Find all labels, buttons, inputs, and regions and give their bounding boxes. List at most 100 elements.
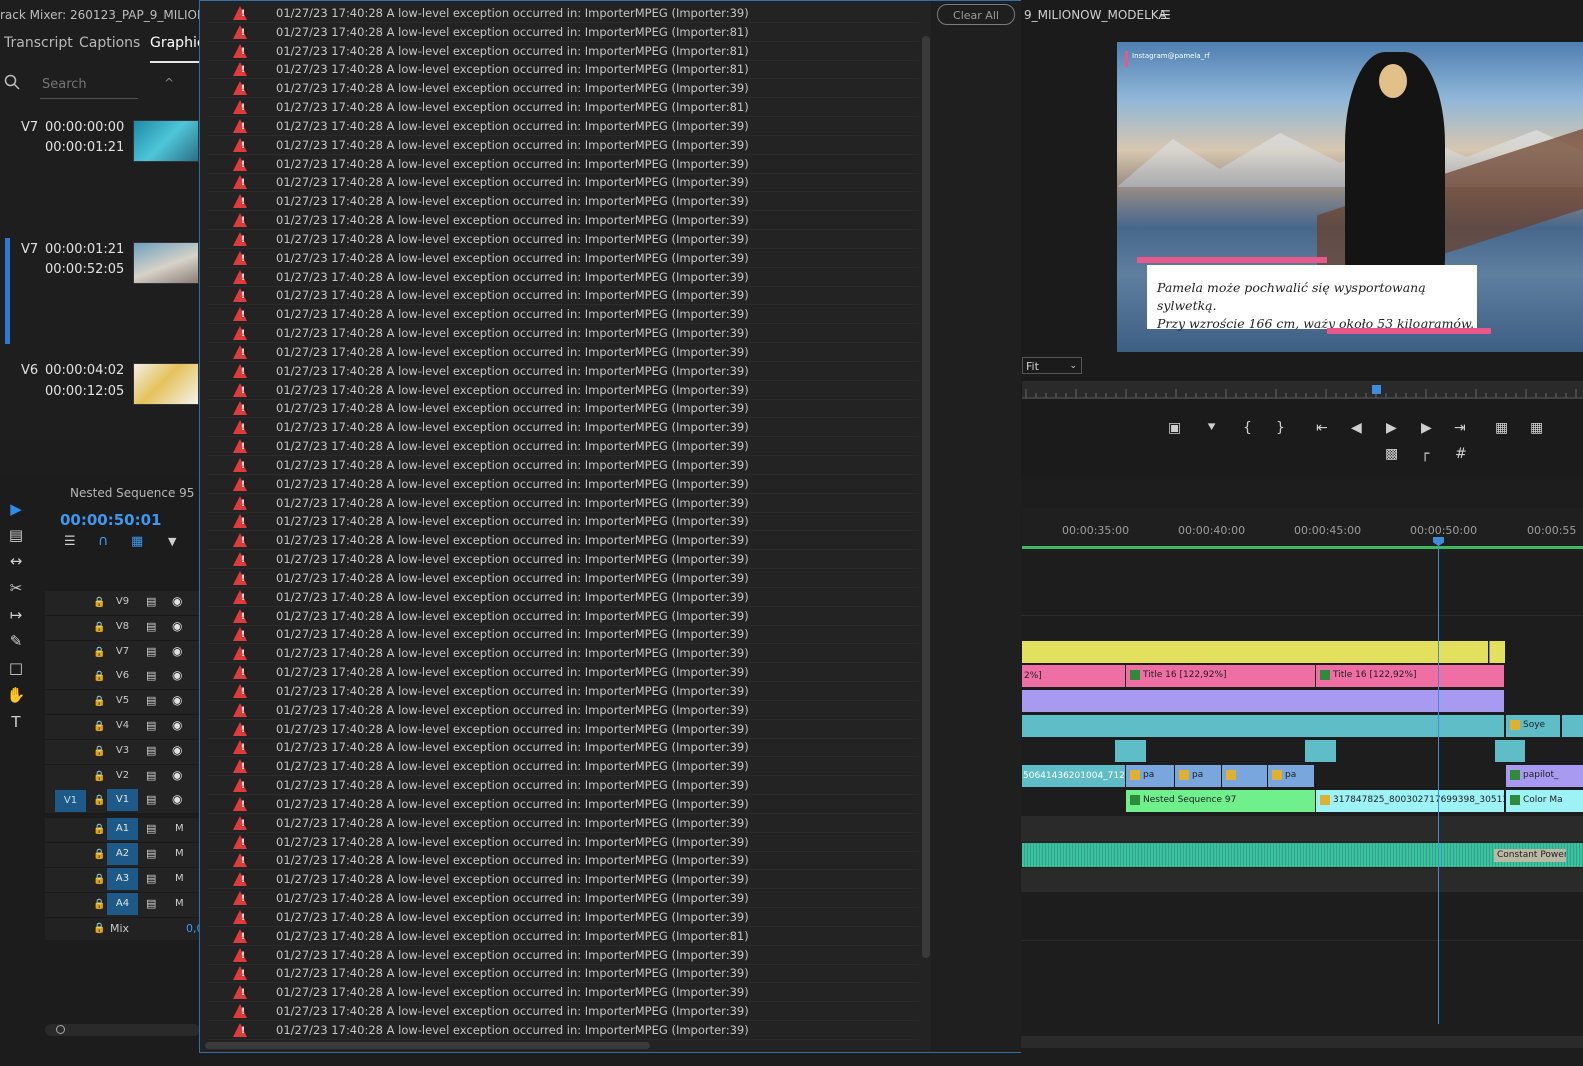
event-row[interactable]: ! 01/27/23 17:40:28 A low-level exception… (207, 964, 919, 984)
lock-icon[interactable]: 🔒 (93, 874, 105, 885)
rectangle-tool-icon[interactable]: □ (6, 658, 26, 678)
sync-lock-icon[interactable]: ▤ (146, 620, 156, 633)
tab-captions[interactable]: Captions (79, 35, 140, 51)
track-label[interactable]: V6 (107, 665, 138, 687)
clip-v7[interactable] (1022, 641, 1488, 663)
monitor-title[interactable]: 9_MILIONOW_MODELKA (1024, 8, 1167, 22)
track-header-a2[interactable]: 🔒 A2 ▤ M (45, 843, 200, 868)
sync-lock-icon[interactable]: ▤ (146, 595, 156, 608)
razor-tool-icon[interactable]: ✂ (6, 578, 26, 598)
event-row[interactable]: ! 01/27/23 17:40:28 A low-level exception… (207, 776, 919, 796)
clip-v4[interactable] (1022, 715, 1504, 737)
slip-tool-icon[interactable]: ↦ (6, 605, 26, 625)
audio-transition[interactable]: Constant Power (1494, 849, 1566, 862)
clip-v3[interactable] (1115, 740, 1146, 762)
sync-lock-icon[interactable]: ▤ (146, 645, 156, 658)
event-row[interactable]: ! 01/27/23 17:40:28 A low-level exception… (207, 531, 919, 551)
sync-lock-icon[interactable]: ▤ (146, 793, 156, 806)
ripple-edit-tool-icon[interactable]: ↔ (6, 551, 26, 571)
add-marker-icon[interactable]: ▼ (168, 535, 176, 548)
graphics-item[interactable]: V7 00:00:01:21 00:00:52:05 (0, 232, 200, 342)
event-row[interactable]: ! 01/27/23 17:40:28 A low-level exception… (207, 588, 919, 607)
event-row[interactable]: ! 01/27/23 17:40:28 A low-level exception… (207, 983, 919, 1003)
zoom-select[interactable]: Fit ⌄ (1022, 357, 1082, 374)
event-row[interactable]: ! 01/27/23 17:40:28 A low-level exception… (207, 4, 919, 23)
event-row[interactable]: ! 01/27/23 17:40:28 A low-level exception… (207, 795, 919, 814)
sync-lock-icon[interactable]: ▤ (146, 822, 156, 835)
clip-v1[interactable]: Color Ma (1506, 790, 1583, 812)
event-row[interactable]: ! 01/27/23 17:40:28 A low-level exception… (207, 155, 919, 174)
zoom-handle[interactable] (56, 1025, 65, 1034)
clip-v5[interactable] (1022, 690, 1504, 712)
events-vertical-scrollbar[interactable] (922, 36, 930, 958)
comparison-view-icon[interactable]: ┌ (1421, 446, 1429, 462)
track-label[interactable]: A1 (107, 818, 138, 841)
track-header-v8[interactable]: 🔒 V8 ▤ ◉ (45, 615, 200, 641)
event-row[interactable]: ! 01/27/23 17:40:28 A low-level exception… (207, 870, 919, 890)
mute-button[interactable]: M (175, 898, 184, 909)
clear-all-button[interactable]: Clear All (937, 4, 1015, 25)
mark-in-icon[interactable]: { (1243, 420, 1252, 436)
sync-lock-icon[interactable]: ▤ (146, 694, 156, 707)
event-row[interactable]: ! 01/27/23 17:40:28 A low-level exception… (207, 249, 919, 268)
event-row[interactable]: ! 01/27/23 17:40:28 A low-level exception… (207, 720, 919, 739)
graphics-item[interactable]: V7 00:00:00:00 00:00:01:21 (0, 112, 200, 222)
event-row[interactable]: ! 01/27/23 17:40:28 A low-level exception… (207, 908, 919, 927)
clip-v2[interactable]: pa (1175, 765, 1221, 787)
collapse-up-icon[interactable]: ^ (164, 76, 174, 90)
event-row[interactable]: ! 01/27/23 17:40:28 A low-level exception… (207, 399, 919, 419)
lock-icon[interactable]: 🔒 (93, 622, 105, 633)
go-to-out-icon[interactable]: ⇥ (1454, 420, 1466, 436)
event-row[interactable]: ! 01/27/23 17:40:28 A low-level exception… (207, 475, 919, 494)
playhead-timecode[interactable]: 00:00:50:01 (60, 511, 162, 529)
eye-icon[interactable]: ◉ (172, 668, 182, 682)
clip-v2[interactable]: pa (1126, 765, 1174, 787)
event-row[interactable]: ! 01/27/23 17:40:28 A low-level exception… (207, 682, 919, 701)
sync-lock-icon[interactable]: ▤ (146, 669, 156, 682)
sync-lock-icon[interactable]: ▤ (146, 719, 156, 732)
event-row[interactable]: ! 01/27/23 17:40:28 A low-level exception… (207, 456, 919, 475)
eye-icon[interactable]: ◉ (172, 594, 182, 608)
tab-transcript[interactable]: Transcript (4, 35, 73, 51)
monitor-scrubber[interactable] (1022, 381, 1583, 399)
event-row[interactable]: ! 01/27/23 17:40:28 A low-level exception… (207, 644, 919, 664)
eye-icon[interactable]: ◉ (172, 619, 182, 633)
event-row[interactable]: ! 01/27/23 17:40:28 A low-level exception… (207, 286, 919, 306)
event-row[interactable]: ! 01/27/23 17:40:28 A low-level exception… (207, 833, 919, 852)
event-row[interactable]: ! 01/27/23 17:40:28 A low-level exception… (207, 42, 919, 61)
track-label[interactable]: V9 (107, 591, 138, 613)
clip-v6[interactable]: 2%] (1022, 665, 1125, 687)
event-row[interactable]: ! 01/27/23 17:40:28 A low-level exception… (207, 550, 919, 570)
clip-v4-edge[interactable] (1562, 715, 1583, 737)
clip-v2[interactable] (1222, 765, 1267, 787)
horizontal-zoom-scrollbar[interactable] (45, 1024, 200, 1036)
menu-icon[interactable]: ☰ (1160, 8, 1171, 22)
lock-icon[interactable]: 🔒 (93, 746, 105, 757)
track-label[interactable]: V1 (107, 789, 138, 812)
lock-icon[interactable]: 🔒 (93, 795, 105, 806)
event-row[interactable]: ! 01/27/23 17:40:28 A low-level exception… (207, 738, 919, 758)
lock-icon[interactable]: 🔒 (93, 671, 105, 682)
track-header-v5[interactable]: 🔒 V5 ▤ ◉ (45, 690, 200, 716)
track-label[interactable]: V3 (107, 740, 138, 762)
track-label[interactable]: A3 (107, 867, 138, 890)
event-row[interactable]: ! 01/27/23 17:40:28 A low-level exception… (207, 663, 919, 683)
lock-icon[interactable]: 🔒 (93, 899, 105, 910)
add-marker-icon[interactable]: ⯆ (1206, 420, 1217, 436)
event-row[interactable]: ! 01/27/23 17:40:28 A low-level exception… (207, 437, 919, 457)
insert-nested-icon[interactable]: ☰ (64, 534, 76, 549)
track-header-v9[interactable]: 🔒 V9 ▤ ◉ (45, 591, 200, 616)
step-back-icon[interactable]: ◀ (1351, 420, 1362, 436)
search-input[interactable] (40, 74, 139, 94)
clip-v3[interactable] (1305, 740, 1336, 762)
event-row[interactable]: ! 01/27/23 17:40:28 A low-level exception… (207, 117, 919, 136)
lock-icon[interactable]: 🔒 (93, 923, 105, 934)
play-icon[interactable]: ▶ (1386, 420, 1397, 436)
event-row[interactable]: ! 01/27/23 17:40:28 A low-level exception… (207, 136, 919, 155)
eye-icon[interactable]: ◉ (172, 743, 182, 757)
track-label[interactable]: A2 (107, 843, 138, 865)
go-to-in-icon[interactable]: ⇤ (1316, 420, 1328, 436)
track-select-tool-icon[interactable]: ▤ (6, 525, 26, 545)
event-row[interactable]: ! 01/27/23 17:40:28 A low-level exception… (207, 494, 919, 513)
hand-tool-icon[interactable]: ✋ (6, 685, 26, 705)
